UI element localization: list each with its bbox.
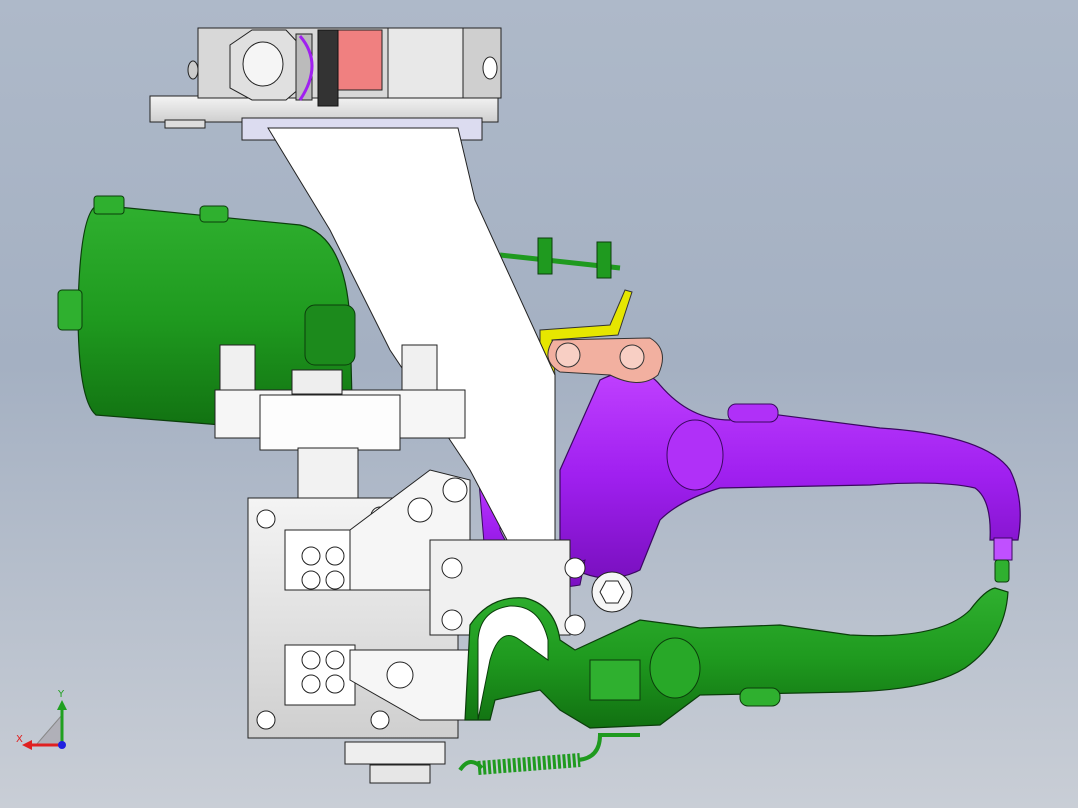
cylinder-block-accent bbox=[335, 29, 383, 91]
top-fitting-nut bbox=[229, 29, 314, 101]
sensor-stem bbox=[499, 237, 621, 279]
top-mount-block bbox=[149, 27, 502, 141]
triad-z-axis bbox=[58, 741, 66, 749]
return-spring bbox=[344, 733, 640, 784]
coordinate-triad: X Y bbox=[16, 689, 67, 750]
link-plate bbox=[547, 337, 663, 383]
triad-x-label: X bbox=[16, 734, 23, 745]
upper-arm-flange bbox=[727, 403, 779, 423]
welding-gun-model[interactable]: X Y bbox=[0, 0, 1078, 808]
cad-viewport[interactable]: X Y bbox=[0, 0, 1078, 808]
triad-y-label: Y bbox=[57, 689, 65, 700]
